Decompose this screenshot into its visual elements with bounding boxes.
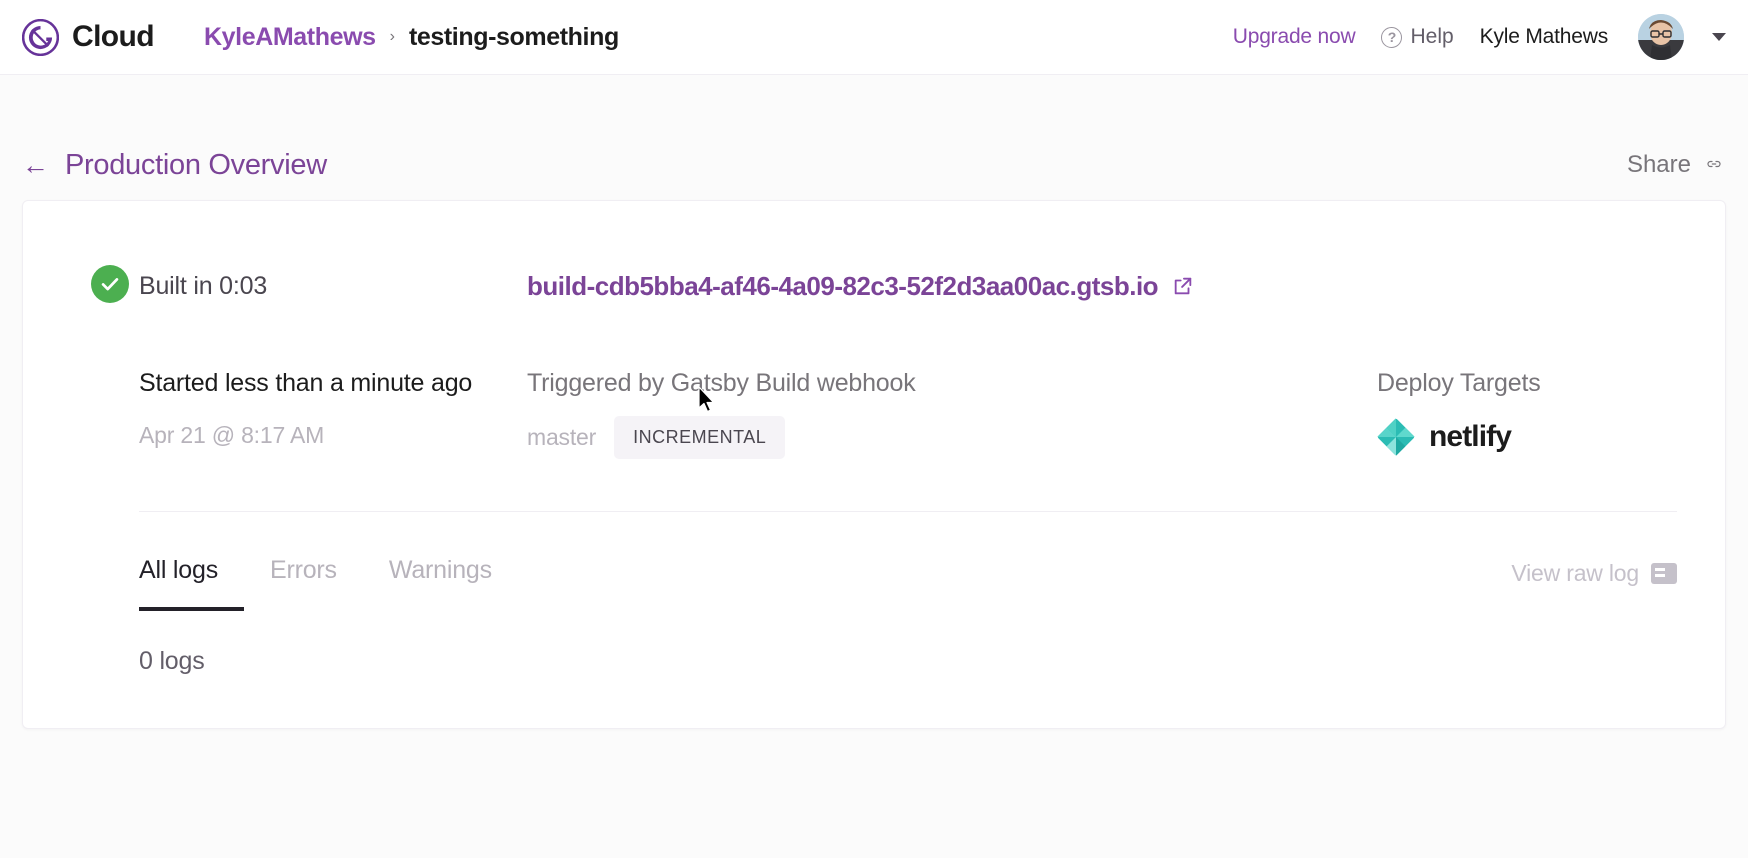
view-raw-log-label: View raw log — [1511, 560, 1639, 587]
build-trigger-column: Triggered by Gatsby Build webhook master… — [527, 369, 1377, 459]
page-header: ← Production Overview Share — [22, 75, 1726, 200]
nav-right-group: Upgrade now ? Help Kyle Mathews — [1233, 14, 1726, 60]
build-status-row: Built in 0:03 build-cdb5bba4-af46-4a09-8… — [139, 259, 1677, 313]
check-circle-icon — [91, 265, 129, 303]
share-button[interactable]: Share — [1627, 151, 1726, 179]
build-preview-url[interactable]: build-cdb5bba4-af46-4a09-82c3-52f2d3aa00… — [527, 271, 1194, 302]
logs-tabs: All logs Errors Warnings — [139, 528, 518, 611]
deploy-target-netlify[interactable]: netlify — [1377, 418, 1677, 456]
brand-home-link[interactable]: Cloud — [22, 19, 154, 56]
tab-warnings[interactable]: Warnings — [363, 528, 518, 611]
build-started-column: Started less than a minute ago Apr 21 @ … — [139, 369, 527, 459]
build-started-label: Started less than a minute ago — [139, 369, 527, 398]
netlify-logo-icon — [1377, 418, 1415, 456]
arrow-left-icon: ← — [22, 152, 49, 179]
chevron-down-icon[interactable] — [1712, 33, 1726, 41]
built-in-duration: Built in 0:03 — [139, 272, 527, 301]
tab-all-logs[interactable]: All logs — [139, 528, 244, 611]
help-link[interactable]: ? Help — [1381, 25, 1453, 49]
share-label: Share — [1627, 151, 1691, 179]
build-branch-line: master INCREMENTAL — [527, 416, 1377, 459]
raw-log-icon — [1651, 563, 1677, 584]
log-count-label: 0 logs — [23, 611, 1725, 676]
view-raw-log-button[interactable]: View raw log — [1511, 560, 1677, 611]
breadcrumb-separator-icon: › — [390, 29, 395, 45]
deploy-targets-label: Deploy Targets — [1377, 369, 1677, 398]
breadcrumb-site[interactable]: testing-something — [409, 23, 619, 52]
build-url-text[interactable]: build-cdb5bba4-af46-4a09-82c3-52f2d3aa00… — [527, 271, 1158, 302]
build-meta-row: Started less than a minute ago Apr 21 @ … — [139, 369, 1677, 459]
page-body: ← Production Overview Share — [0, 75, 1748, 858]
top-navigation-bar: Cloud KyleAMathews › testing-something U… — [0, 0, 1748, 75]
branch-name: master — [527, 424, 596, 451]
upgrade-now-link[interactable]: Upgrade now — [1233, 25, 1356, 49]
gatsby-logo-icon — [22, 19, 59, 56]
link-icon — [1702, 151, 1726, 179]
brand-name: Cloud — [72, 20, 154, 54]
tab-errors[interactable]: Errors — [244, 528, 363, 611]
breadcrumb: KyleAMathews › testing-something — [204, 23, 619, 52]
avatar[interactable] — [1638, 14, 1684, 60]
netlify-label: netlify — [1429, 420, 1511, 454]
help-label: Help — [1410, 25, 1453, 49]
question-circle-icon: ? — [1381, 27, 1402, 48]
build-started-timestamp: Apr 21 @ 8:17 AM — [139, 422, 527, 449]
build-detail-card: Built in 0:03 build-cdb5bba4-af46-4a09-8… — [22, 200, 1726, 729]
back-to-production-overview-link[interactable]: ← Production Overview — [22, 149, 327, 182]
build-type-badge: INCREMENTAL — [614, 416, 785, 459]
page-title: Production Overview — [65, 149, 327, 182]
build-trigger-label: Triggered by Gatsby Build webhook — [527, 369, 1377, 398]
logs-tabs-row: All logs Errors Warnings View raw log — [23, 528, 1725, 611]
card-content: Built in 0:03 build-cdb5bba4-af46-4a09-8… — [23, 259, 1725, 459]
card-divider — [139, 511, 1677, 512]
deploy-targets-column: Deploy Targets — [1377, 369, 1677, 459]
user-name-label[interactable]: Kyle Mathews — [1480, 25, 1608, 49]
external-link-icon[interactable] — [1172, 275, 1194, 297]
breadcrumb-organization[interactable]: KyleAMathews — [204, 23, 376, 52]
